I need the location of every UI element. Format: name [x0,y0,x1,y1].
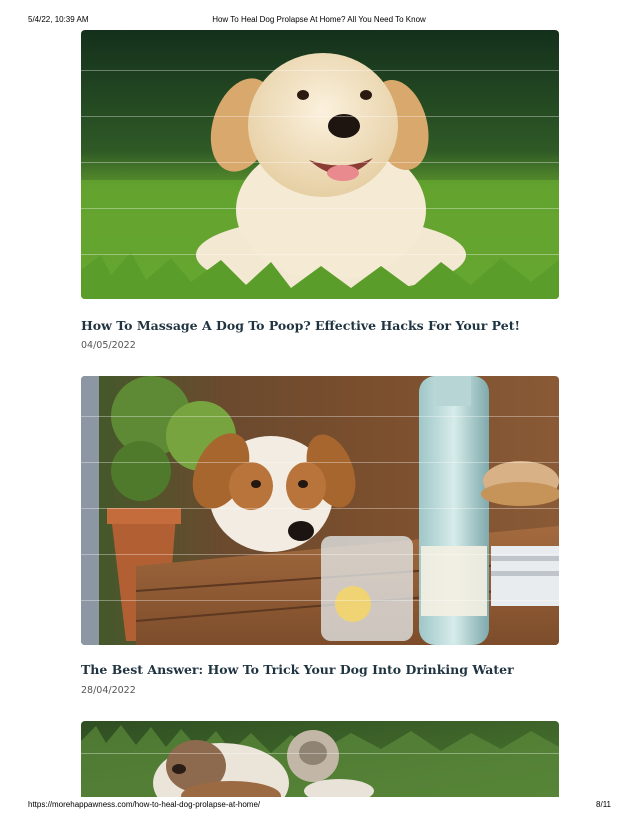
post-title[interactable]: The Best Answer: How To Trick Your Dog I… [81,662,559,678]
print-url[interactable]: https://morehappawness.com/how-to-heal-d… [28,800,260,809]
post-image-dog-on-grass[interactable] [81,721,559,797]
post-date: 28/04/2022 [81,685,136,696]
print-page-number: 8/11 [596,800,611,809]
post-date: 04/05/2022 [81,340,136,351]
post-image-terrier-water[interactable] [81,376,559,645]
post-image-puppy[interactable] [81,30,559,299]
print-document-title: How To Heal Dog Prolapse At Home? All Yo… [212,15,426,24]
post-title[interactable]: How To Massage A Dog To Poop? Effective … [81,318,559,334]
